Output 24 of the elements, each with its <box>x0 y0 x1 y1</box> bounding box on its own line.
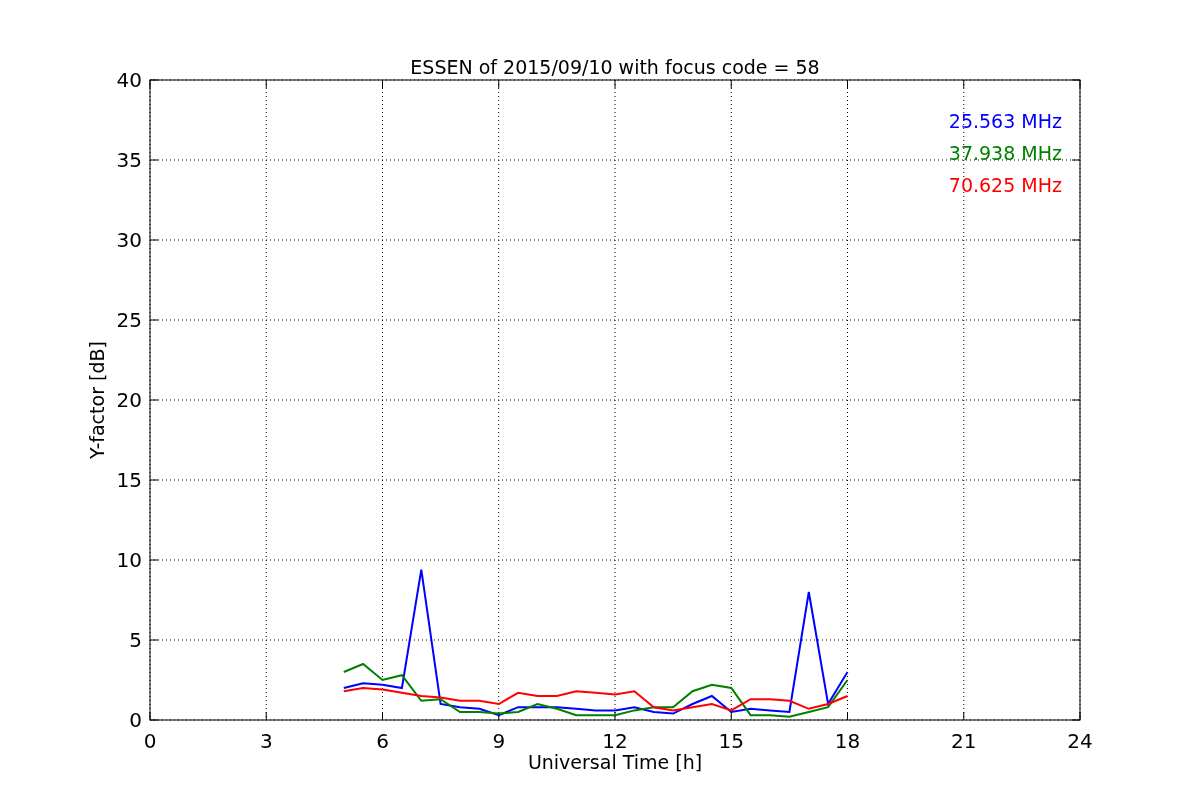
tick-label: 30 <box>116 228 142 252</box>
tick-label: 0 <box>143 729 157 753</box>
tick-label: 24 <box>1067 729 1093 753</box>
tick-label: 10 <box>116 548 142 572</box>
tick-label: 3 <box>259 729 273 753</box>
legend-label: 37.938 MHz <box>948 142 1062 164</box>
x-axis-label: Universal Time [h] <box>527 751 703 773</box>
tick-label: 15 <box>116 468 142 492</box>
tick-label: 9 <box>492 729 506 753</box>
tick-label: 21 <box>951 729 977 753</box>
legend-label: 25.563 MHz <box>948 110 1062 132</box>
tick-label: 5 <box>129 628 142 652</box>
tick-label: 20 <box>116 388 142 412</box>
chart-title: ESSEN of 2015/09/10 with focus code = 58 <box>410 56 820 78</box>
tick-label: 18 <box>834 729 861 753</box>
tick-label: 0 <box>129 708 142 732</box>
y-axis-label: Y-factor [dB] <box>86 341 108 459</box>
tick-label: 35 <box>116 148 142 172</box>
tick-label: 6 <box>376 729 389 753</box>
legend-label: 70.625 MHz <box>948 174 1062 196</box>
tick-label: 15 <box>718 729 744 753</box>
tick-label: 12 <box>602 729 628 753</box>
tick-label: 40 <box>116 68 142 92</box>
tick-label: 25 <box>116 308 142 332</box>
